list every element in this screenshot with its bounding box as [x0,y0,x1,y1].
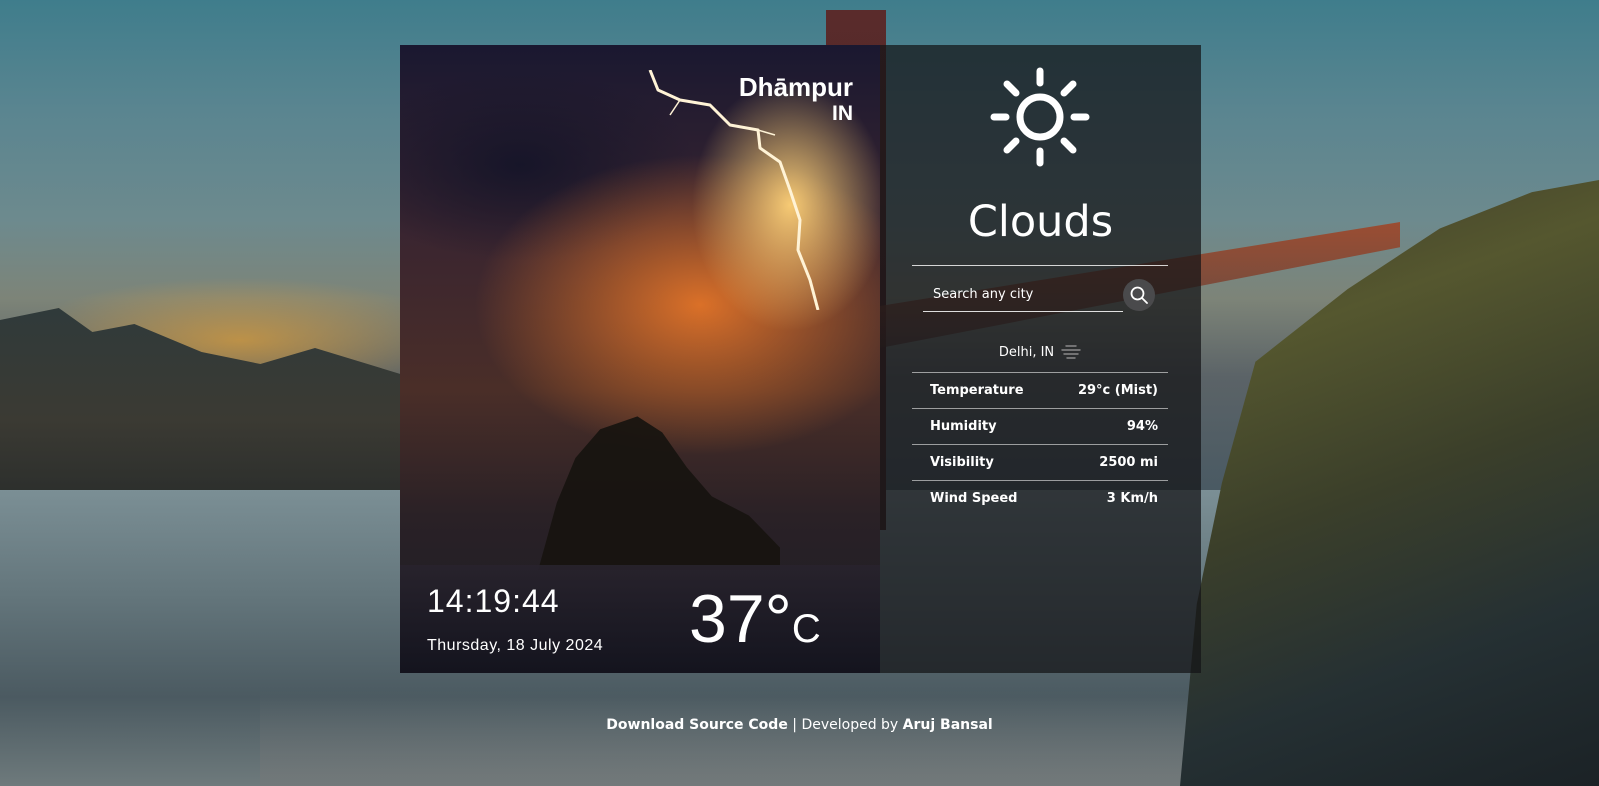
search-input[interactable] [923,277,1133,311]
detail-value: 3 Km/h [1106,491,1158,506]
detail-label: Temperature [930,383,1024,398]
detail-label: Visibility [930,455,994,470]
result-location: Delhi, IN [880,340,1201,364]
weather-details-panel: Clouds Delhi, IN Temp [880,45,1201,673]
footer-separator: | [792,717,797,733]
mist-icon [1061,345,1081,359]
divider [912,265,1168,266]
current-temperature: 37°C [689,585,821,653]
background-shore [260,690,1260,786]
result-location-name: Delhi, IN [998,344,1055,360]
background-hills [0,308,420,500]
detail-value: 2500 mi [1099,455,1158,470]
weather-image-panel: Dhāmpur IN 14:19:44 Thursday, 18 July 20… [400,45,880,673]
country-code: IN [832,102,853,125]
temperature-value: 37 [689,581,765,657]
search-icon [1130,286,1148,304]
developer-name: Aruj Bansal [902,717,993,733]
search-button[interactable] [1123,279,1155,311]
detail-value: 29°c (Mist) [1077,383,1158,398]
detail-row-wind-speed: Wind Speed 3 Km/h [912,480,1168,516]
current-time: 14:19:44 [427,583,560,619]
weather-condition: Clouds [967,197,1114,247]
search-field [923,277,1133,312]
temperature-unit: C [791,607,821,651]
developed-by-text: Developed by [801,717,899,733]
detail-row-temperature: Temperature 29°c (Mist) [912,372,1168,408]
detail-row-humidity: Humidity 94% [912,408,1168,444]
footer: Download Source Code | Developed by Aruj… [0,717,1599,733]
detail-value: 94% [1126,419,1158,434]
detail-label: Humidity [930,419,997,434]
island-silhouette [538,416,780,570]
degree-symbol: ° [764,581,792,657]
city-name: Dhāmpur [738,72,853,102]
detail-row-visibility: Visibility 2500 mi [912,444,1168,480]
detail-label: Wind Speed [930,491,1018,506]
sun-icon [990,67,1090,167]
download-source-link[interactable]: Download Source Code [606,717,788,733]
weather-card: Dhāmpur IN 14:19:44 Thursday, 18 July 20… [400,45,1201,673]
current-date: Thursday, 18 July 2024 [427,637,604,654]
lightning-bolt-image [648,70,820,310]
weather-details-list: Temperature 29°c (Mist) Humidity 94% Vis… [912,372,1168,516]
